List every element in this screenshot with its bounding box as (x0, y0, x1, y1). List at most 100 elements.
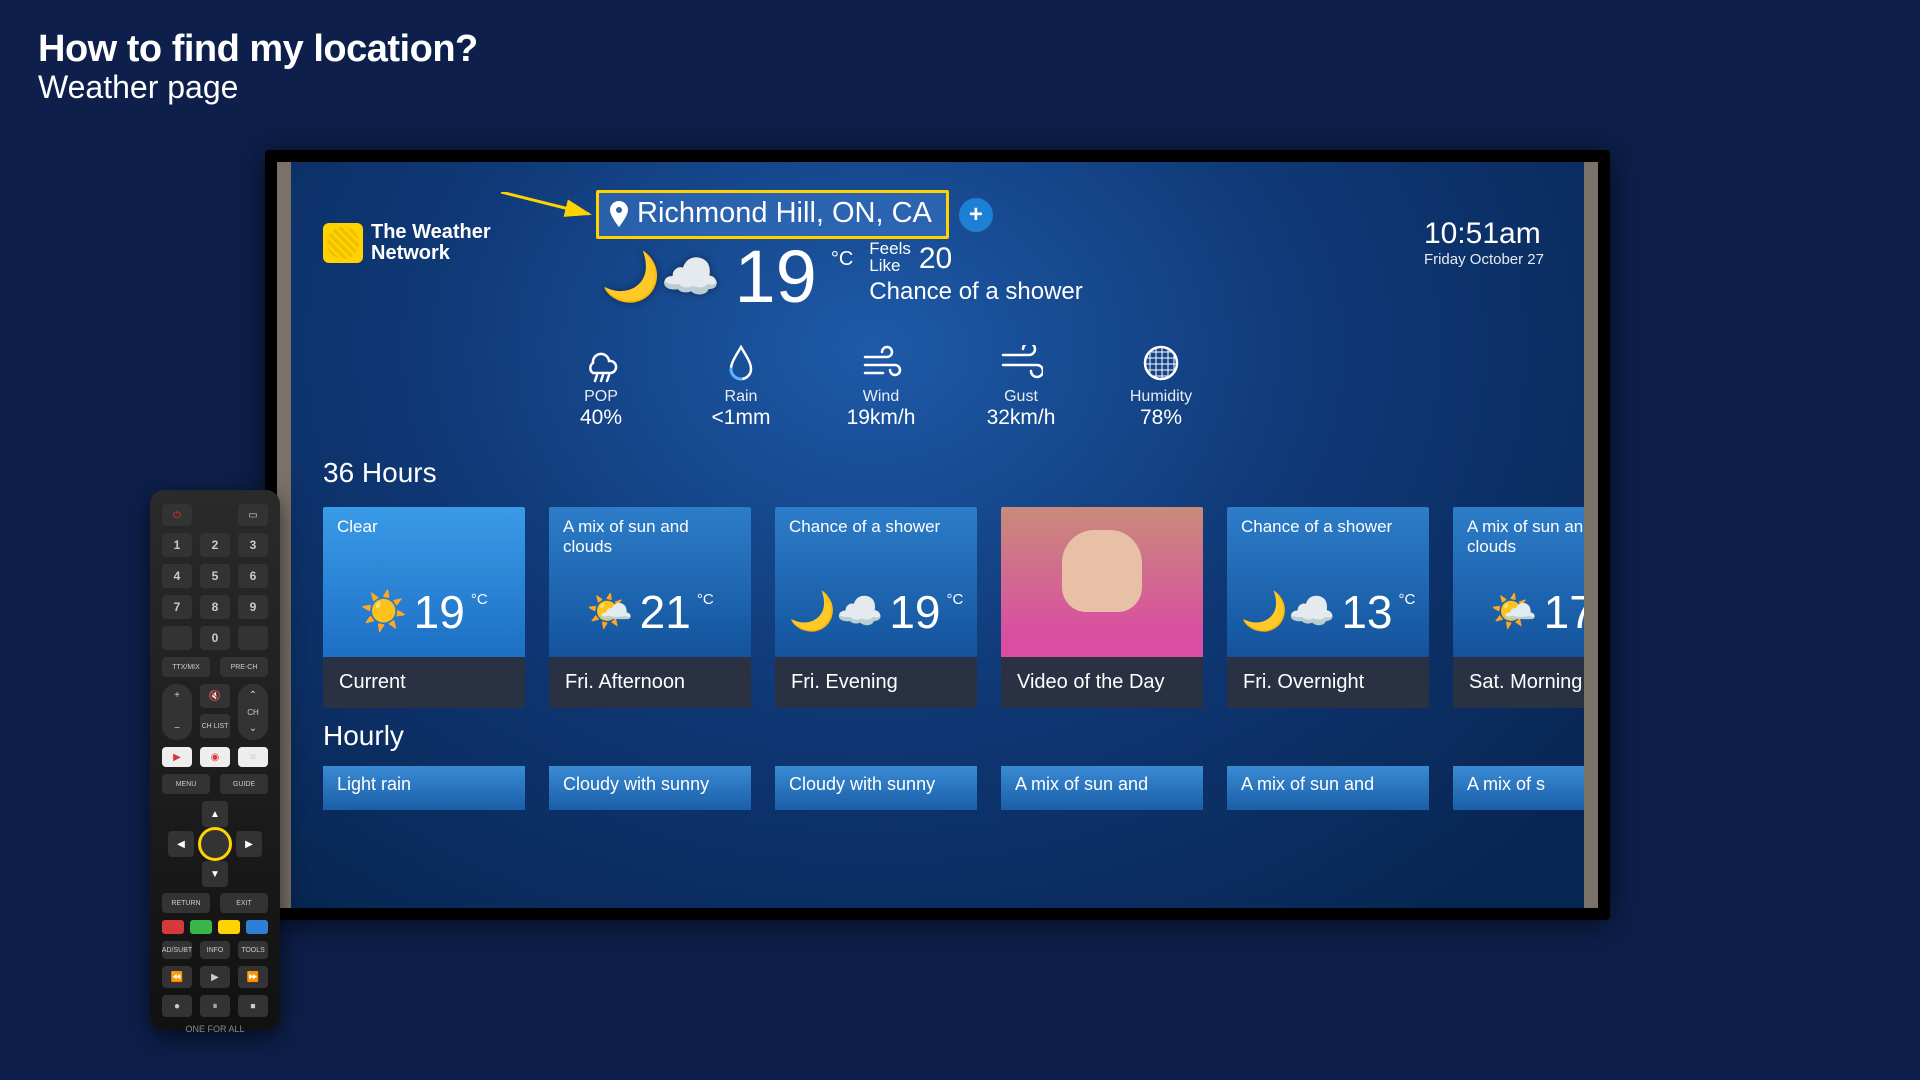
brand-line2: Network (371, 243, 491, 264)
color-button-c[interactable] (218, 920, 240, 934)
card-description: A mix of sun and clouds (1467, 517, 1584, 559)
metric-label: Rain (691, 388, 791, 406)
channel-rocker[interactable]: ⌃CH⌄ (238, 684, 268, 740)
menu-button[interactable]: MENU (162, 774, 210, 794)
brand-logo-icon (323, 223, 363, 263)
current-condition-text: Chance of a shower (869, 278, 1082, 306)
forecast-cards-row[interactable]: Clear☀️19°CCurrentA mix of sun and cloud… (323, 507, 1584, 708)
hourly-card[interactable]: A mix of s (1453, 766, 1584, 810)
card-temp: 19 (889, 585, 940, 639)
num-9-button[interactable]: 9 (238, 595, 268, 619)
current-weather-icon: 🌙☁️ (601, 248, 721, 305)
tv-screen: The Weather Network 10:51am Friday Octob… (291, 162, 1584, 908)
forecast-card[interactable]: Video of the Day (1001, 507, 1203, 708)
card-label: Sat. Morning (1453, 657, 1584, 708)
feels-like-label: Feels Like (869, 240, 911, 274)
hourly-card[interactable]: A mix of sun and (1227, 766, 1429, 810)
exit-button[interactable]: EXIT (220, 893, 268, 913)
color-button-b[interactable] (190, 920, 212, 934)
ttxmix-button[interactable]: TTX/MIX (162, 657, 210, 677)
mute-button[interactable]: 🔇 (200, 684, 230, 708)
tv-frame: The Weather Network 10:51am Friday Octob… (265, 150, 1610, 920)
record-button[interactable]: ● (162, 995, 192, 1017)
dpad-up[interactable]: ▲ (202, 801, 228, 827)
card-temp: 21 (640, 585, 691, 639)
cloud-rain-icon (551, 342, 651, 384)
num-5-button[interactable]: 5 (200, 564, 230, 588)
app2-button[interactable]: ◉ (200, 747, 230, 767)
tv-remote: ⏻ ▭ 123 456 7890 TTX/MIX PRE-CH +− 🔇 CH LI… (150, 490, 280, 1030)
remote-brand: ONE FOR ALL (162, 1024, 268, 1034)
hourly-cards-row[interactable]: Light rain Cloudy with sunny Cloudy with s… (323, 766, 1584, 810)
num-0-button[interactable]: 0 (200, 626, 230, 650)
card-description: Clear (337, 517, 511, 559)
hourly-card[interactable]: Light rain (323, 766, 525, 810)
humidity-icon (1111, 342, 1211, 384)
num-8-button[interactable]: 8 (200, 595, 230, 619)
clock-time: 10:51am (1424, 217, 1544, 251)
return-button[interactable]: RETURN (162, 893, 210, 913)
location-bar: Richmond Hill, ON, CA + (596, 190, 993, 239)
dpad-ok[interactable] (198, 827, 232, 861)
forecast-card[interactable]: Chance of a shower🌙☁️19°CFri. Evening (775, 507, 977, 708)
num-2-button[interactable]: 2 (200, 533, 230, 557)
color-button-a[interactable] (162, 920, 184, 934)
power-button[interactable]: ⏻ (162, 504, 192, 526)
num-3-button[interactable]: 3 (238, 533, 268, 557)
num-blank-button (162, 626, 192, 650)
dpad-down[interactable]: ▼ (202, 861, 228, 887)
add-location-button[interactable]: + (959, 198, 993, 232)
input-button[interactable]: ▭ (238, 504, 268, 526)
num-1-button[interactable]: 1 (162, 533, 192, 557)
pause-button[interactable]: ⏸ (200, 995, 230, 1017)
hourly-card[interactable]: Cloudy with sunny (549, 766, 751, 810)
dpad-right[interactable]: ▶ (236, 831, 262, 857)
forecast-card[interactable]: Chance of a shower🌙☁️13°CFri. Overnight (1227, 507, 1429, 708)
app1-button[interactable]: ▶ (162, 747, 192, 767)
dpad-left[interactable]: ◀ (168, 831, 194, 857)
ffwd-button[interactable]: ⏩ (238, 966, 268, 988)
weather-icon: ☀️ (360, 590, 407, 634)
info-button[interactable]: INFO (200, 941, 230, 959)
card-temp-unit: °C (1398, 591, 1415, 608)
adsubt-button[interactable]: AD/SUBT (162, 941, 192, 959)
chlist-button[interactable]: CH LIST (200, 714, 230, 738)
forecast-card[interactable]: A mix of sun and clouds🌤️17°CSat. Mornin… (1453, 507, 1584, 708)
section-hourly: Hourly Light rainCloudy with sunnyCloudy… (323, 720, 1584, 810)
hourly-card[interactable]: A mix of sun and (1001, 766, 1203, 810)
metric-value: 78% (1111, 406, 1211, 430)
forecast-card[interactable]: A mix of sun and clouds🌤️21°CFri. Aftern… (549, 507, 751, 708)
weather-icon: 🌙☁️ (789, 590, 884, 634)
guide-button[interactable]: GUIDE (220, 774, 268, 794)
card-temp-unit: °C (697, 591, 714, 608)
card-label: Video of the Day (1001, 657, 1203, 708)
stop-button[interactable]: ⏹ (238, 995, 268, 1017)
annotation-arrow-icon (501, 192, 601, 242)
location-button[interactable]: Richmond Hill, ON, CA (596, 190, 949, 239)
app3-button[interactable]: ≡ (238, 747, 268, 767)
metric-value: 19km/h (831, 406, 931, 430)
card-description: A mix of sun and clouds (563, 517, 737, 559)
forecast-card[interactable]: Clear☀️19°CCurrent (323, 507, 525, 708)
card-label: Fri. Afternoon (549, 657, 751, 708)
rewind-button[interactable]: ⏪ (162, 966, 192, 988)
metric-value: 32km/h (971, 406, 1071, 430)
card-temp: 19 (414, 585, 465, 639)
dpad: ▲ ▼ ◀ ▶ (162, 801, 268, 887)
volume-rocker[interactable]: +− (162, 684, 192, 740)
prech-button[interactable]: PRE-CH (220, 657, 268, 677)
brand-text: The Weather Network (371, 222, 491, 264)
play-button[interactable]: ▶ (200, 966, 230, 988)
num-6-button[interactable]: 6 (238, 564, 268, 588)
clock-date: Friday October 27 (1424, 251, 1544, 268)
weather-icon: 🌙☁️ (1241, 590, 1336, 634)
color-button-d[interactable] (246, 920, 268, 934)
tools-button[interactable]: TOOLS (238, 941, 268, 959)
num-7-button[interactable]: 7 (162, 595, 192, 619)
card-temp: 17 (1544, 585, 1584, 639)
num-4-button[interactable]: 4 (162, 564, 192, 588)
wind-icon (831, 342, 931, 384)
card-temp: 13 (1341, 585, 1392, 639)
current-conditions: 🌙☁️ 19 °C Feels Like 20 Chance of a show… (601, 240, 1083, 314)
hourly-card[interactable]: Cloudy with sunny (775, 766, 977, 810)
